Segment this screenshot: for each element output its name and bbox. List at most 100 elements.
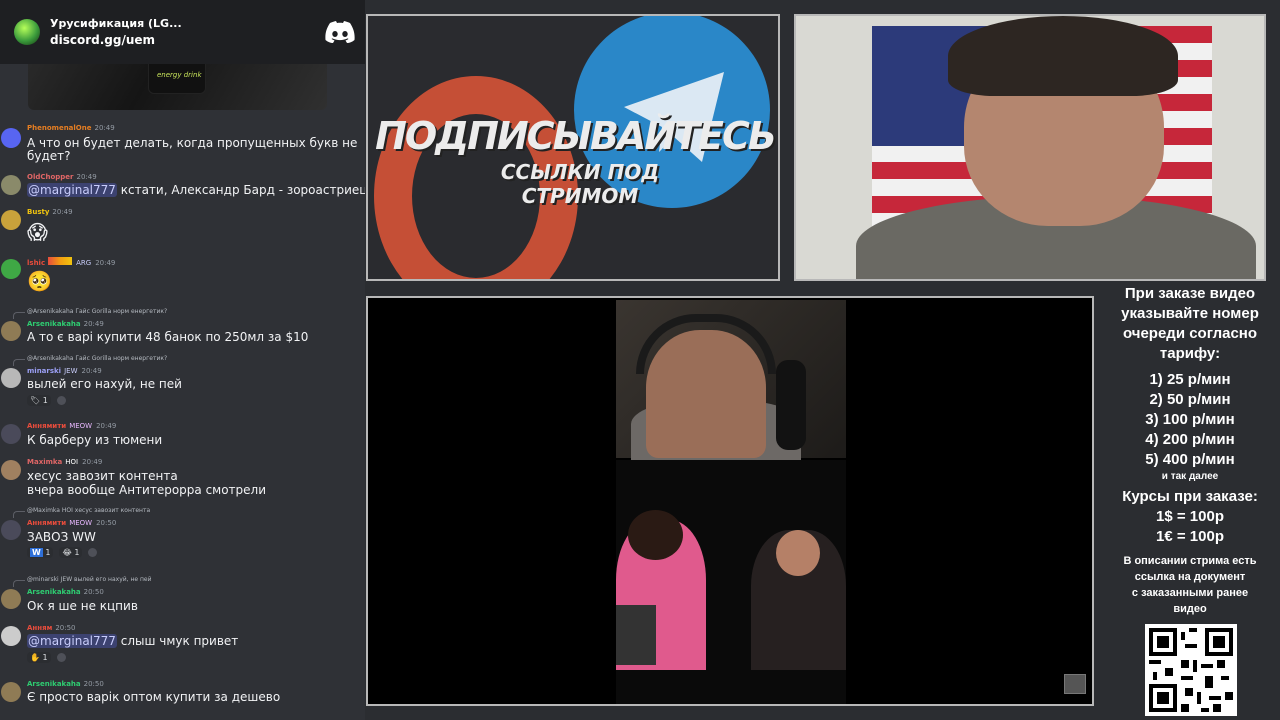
desc-line: видео xyxy=(1173,603,1207,615)
add-reaction-icon[interactable] xyxy=(56,396,66,405)
timestamp: 20:50 xyxy=(55,624,76,632)
timestamp: 20:49 xyxy=(82,458,103,466)
message-meta: minarski JEW 20:49 xyxy=(27,367,102,375)
timestamp: 20:49 xyxy=(81,367,102,375)
tariff-5: 5) 400 р/мин xyxy=(1145,451,1235,468)
message-text: @marginal777 слыш чмук привет xyxy=(27,634,238,648)
desc-line: с заказанными ранее xyxy=(1131,587,1249,599)
discord-chat-panel: Урусификация (LG... discord.gg/uem energ… xyxy=(0,0,365,720)
video-player[interactable] xyxy=(366,296,1094,706)
info-line: очереди согласно xyxy=(1122,325,1258,342)
add-reaction-icon[interactable] xyxy=(56,653,66,662)
timestamp: 20:50 xyxy=(96,519,117,527)
message-text-line2: будет? xyxy=(27,149,71,163)
message-body: кстати, Александр Бард - зороастриец xyxy=(116,183,365,197)
reply-preview[interactable]: @Arsenikakaha Гайс Gorilla норм енергети… xyxy=(12,308,167,319)
author-name[interactable]: Maximka xyxy=(27,458,62,466)
message-text: хесус завозит контента xyxy=(27,469,178,483)
message-meta: PhenomenalOne 20:49 xyxy=(27,124,115,132)
server-header[interactable]: Урусификация (LG... discord.gg/uem xyxy=(0,0,365,64)
video-bottom-frame xyxy=(616,460,846,704)
reaction[interactable]: 😂 1 xyxy=(59,547,83,558)
message-meta: Аннямити MEOW 20:50 xyxy=(27,519,116,527)
avatar xyxy=(1,210,21,230)
reaction[interactable]: 🏷 1 xyxy=(27,395,51,406)
reaction-count: 1 xyxy=(74,548,80,557)
reaction-count: 1 xyxy=(42,396,48,405)
message-text: А что он будет делать, когда пропущенных… xyxy=(27,136,358,150)
reactions: W 1 😂 1 xyxy=(27,547,98,558)
author-name[interactable]: minarski xyxy=(27,367,61,375)
timestamp: 20:49 xyxy=(76,173,97,181)
message-meta: Busty 20:49 xyxy=(27,208,73,216)
timestamp: 20:49 xyxy=(52,208,73,216)
author-name[interactable]: Arsenikakaha xyxy=(27,680,81,688)
message-text: Ок я ше не кцпив xyxy=(27,599,138,613)
timestamp: 20:49 xyxy=(95,259,116,267)
role-badge: JEW xyxy=(64,367,78,375)
microphone-icon xyxy=(776,360,806,450)
message-text: @marginal777 кстати, Александр Бард - зо… xyxy=(27,183,365,197)
video-person-left-head xyxy=(628,510,683,560)
qr-code[interactable] xyxy=(1145,624,1237,716)
avatar xyxy=(1,589,21,609)
author-name[interactable]: Аннямити xyxy=(27,519,66,527)
role-badge: ARG xyxy=(76,259,92,267)
reaction-count: 1 xyxy=(45,548,51,557)
avatar xyxy=(1,128,21,148)
rate-usd: 1$ = 100р xyxy=(1156,508,1224,525)
avatar xyxy=(1,424,21,444)
reply-preview[interactable]: @Arsenikakaha Гайс Gorilla норм енергети… xyxy=(12,355,167,366)
role-badge: MEOW xyxy=(69,422,93,430)
info-line: При заказе видео xyxy=(1124,285,1256,302)
qr-code-icon xyxy=(1149,628,1233,712)
author-name[interactable]: lshic xyxy=(27,259,45,267)
server-info: Урусификация (LG... discord.gg/uem xyxy=(50,15,325,49)
subscribe-promo-banner: ПОДПИСЫВАЙТЕСЬ ССЫЛКИ ПОД СТРИМОМ xyxy=(366,14,780,281)
author-name[interactable]: OldChopper xyxy=(27,173,74,181)
reactions: ✋ 1 xyxy=(27,652,66,663)
message-meta: OldChopper 20:49 xyxy=(27,173,97,181)
author-name[interactable]: Arsenikakaha xyxy=(27,320,81,328)
role-badge: HOI xyxy=(65,458,79,466)
message-meta: Аннямити MEOW 20:49 xyxy=(27,422,116,430)
server-invite-link[interactable]: discord.gg/uem xyxy=(50,32,325,49)
headphones xyxy=(636,314,776,374)
image-embed[interactable]: energy drink xyxy=(28,58,327,110)
server-icon xyxy=(14,19,40,45)
timestamp: 20:49 xyxy=(94,124,115,132)
avatar xyxy=(1,626,21,646)
info-line: указывайте номер xyxy=(1121,305,1259,322)
webcam-feed xyxy=(794,14,1266,281)
reaction[interactable]: ✋ 1 xyxy=(27,652,51,663)
streamer-hair xyxy=(948,16,1178,96)
timestamp: 20:49 xyxy=(83,320,104,328)
avatar xyxy=(1,460,21,480)
role-gradient-badge xyxy=(48,257,73,265)
add-reaction-icon[interactable] xyxy=(88,548,98,557)
video-top-frame xyxy=(616,300,846,460)
reply-preview[interactable]: @minarski JEW вылей его нахуй, не пей xyxy=(13,576,152,587)
order-info-panel: При заказе видео указывайте номер очеред… xyxy=(1100,284,1280,720)
author-name[interactable]: Аннямити xyxy=(27,422,66,430)
message-text: Є просто варік оптом купити за дешево xyxy=(27,690,281,704)
message-text: ЗАВОЗ WW xyxy=(27,530,96,544)
reactions: 🏷 1 xyxy=(27,395,66,406)
tariff-etc: и так далее xyxy=(1161,471,1219,482)
user-mention[interactable]: @marginal777 xyxy=(27,634,117,648)
author-name[interactable]: Анням xyxy=(27,624,52,632)
author-name[interactable]: Arsenikakaha xyxy=(27,588,81,596)
message-meta: Arsenikakaha 20:50 xyxy=(27,588,104,596)
reply-preview[interactable]: @Maximka HOI хесус завозит контента xyxy=(12,507,150,518)
video-corner-thumbnail xyxy=(1064,674,1086,694)
message-meta: Maximka HOI 20:49 xyxy=(27,458,102,466)
rates-title: Курсы при заказе: xyxy=(1122,488,1258,505)
message-text: К барберу из тюмени xyxy=(27,433,163,447)
author-name[interactable]: PhenomenalOne xyxy=(27,124,91,132)
rate-eur: 1€ = 100р xyxy=(1156,528,1224,545)
avatar xyxy=(1,520,21,540)
user-mention[interactable]: @marginal777 xyxy=(27,183,117,197)
author-name[interactable]: Busty xyxy=(27,208,49,216)
reaction[interactable]: W 1 xyxy=(27,547,54,558)
avatar xyxy=(1,682,21,702)
